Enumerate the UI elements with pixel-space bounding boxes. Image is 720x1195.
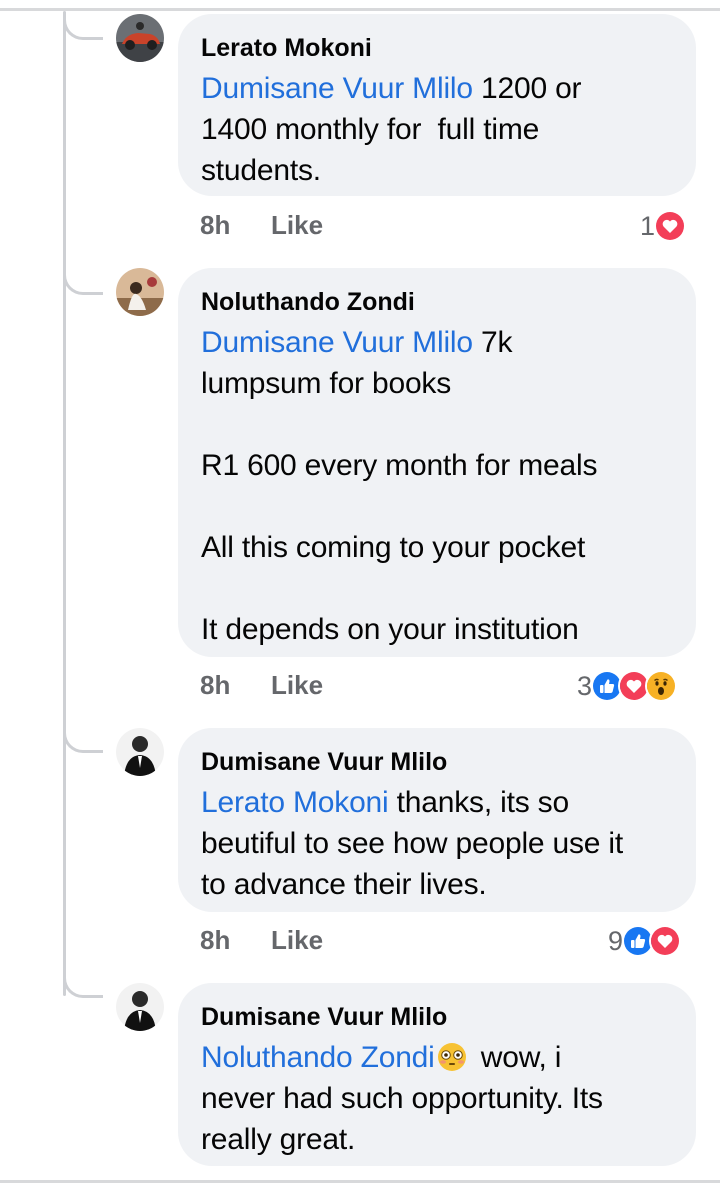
wow-icon: [645, 670, 678, 702]
reaction-count: 3: [577, 670, 593, 701]
comment-author[interactable]: Lerato Mokoni: [201, 32, 672, 64]
avatar[interactable]: [116, 983, 164, 1031]
comment-body: 7k lumpsum for books R1 600 every month …: [201, 326, 598, 646]
thread-connector: [63, 12, 103, 40]
comment-text: Dumisane Vuur Mlilo 1200 or 1400 monthly…: [201, 68, 672, 191]
comment-text: Dumisane Vuur Mlilo 7k lumpsum for books…: [201, 322, 672, 650]
comment-bubble: Dumisane Vuur Mlilo Noluthando Zondi wow…: [178, 983, 696, 1166]
thread-connector: [63, 725, 103, 753]
avatar[interactable]: [116, 728, 164, 776]
comment-time[interactable]: 8h: [200, 925, 230, 956]
thread-connector: [63, 267, 103, 295]
comment-bubble: Dumisane Vuur Mlilo Lerato Mokoni thanks…: [178, 728, 696, 912]
comment-time[interactable]: 8h: [200, 210, 230, 241]
mention-link[interactable]: Noluthando Zondi: [201, 1041, 435, 1074]
avatar[interactable]: [116, 268, 164, 316]
flushed-face-emoji: [437, 1042, 467, 1072]
reaction-count: 1: [640, 210, 656, 241]
comment-author[interactable]: Dumisane Vuur Mlilo: [201, 746, 672, 778]
comment-author[interactable]: Noluthando Zondi: [201, 286, 672, 318]
comment-bubble: Lerato Mokoni Dumisane Vuur Mlilo 1200 o…: [178, 14, 696, 196]
reaction-summary[interactable]: 1: [640, 209, 687, 243]
mention-link[interactable]: Dumisane Vuur Mlilo: [201, 326, 473, 359]
reaction-summary[interactable]: 9: [608, 924, 682, 958]
comment-author[interactable]: Dumisane Vuur Mlilo: [201, 1001, 672, 1033]
avatar[interactable]: [116, 14, 164, 62]
reaction-summary[interactable]: 3: [577, 669, 678, 703]
comment-time[interactable]: 8h: [200, 670, 230, 701]
comment-bubble: Noluthando Zondi Dumisane Vuur Mlilo 7k …: [178, 268, 696, 657]
love-icon: [649, 925, 682, 957]
like-button[interactable]: Like: [271, 210, 323, 241]
reaction-count: 9: [608, 925, 624, 956]
comment-text: Lerato Mokoni thanks, its so beutiful to…: [201, 782, 672, 905]
mention-link[interactable]: Dumisane Vuur Mlilo: [201, 72, 473, 105]
thread-connector: [63, 970, 103, 998]
top-divider: [0, 8, 720, 11]
comment-text: Noluthando Zondi wow, i never had such o…: [201, 1037, 672, 1160]
bottom-divider: [0, 1180, 720, 1183]
love-icon: [654, 210, 687, 242]
mention-link[interactable]: Lerato Mokoni: [201, 786, 389, 819]
like-button[interactable]: Like: [271, 670, 323, 701]
thread-line: [63, 11, 66, 996]
like-button[interactable]: Like: [271, 925, 323, 956]
